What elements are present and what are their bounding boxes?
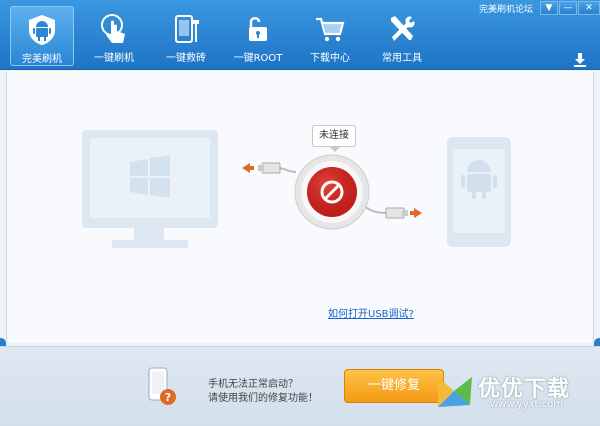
faint-hint	[184, 295, 314, 309]
tab-unbrick[interactable]: 一键救砖	[154, 6, 218, 66]
window-controls: 完美刷机论坛 ▼ — ✕	[479, 0, 600, 16]
watermark-url: www.yyxt.com	[490, 399, 564, 410]
minimize-button[interactable]: —	[559, 1, 577, 15]
close-button[interactable]: ✕	[578, 1, 600, 15]
tab-label: 一键ROOT	[233, 53, 283, 64]
repair-message-line1: 手机无法正常启动？	[208, 379, 298, 390]
one-click-fix-button[interactable]: 一键修复	[344, 369, 444, 403]
arrow-left-icon	[242, 163, 254, 173]
touch-hand-icon	[101, 14, 125, 43]
tools-icon	[391, 16, 415, 41]
tab-label: 一键救砖	[166, 53, 206, 64]
computer-icon	[82, 130, 218, 248]
android-shield-icon	[29, 15, 55, 45]
menu-button[interactable]: ▼	[540, 1, 558, 15]
watermark-logo-icon	[438, 377, 472, 407]
tab-label: 常用工具	[382, 53, 422, 64]
tab-one-click-flash[interactable]: 一键刷机	[82, 6, 146, 66]
phone-help-icon: ?	[148, 367, 176, 405]
tab-one-click-root[interactable]: 一键ROOT	[226, 6, 290, 66]
disconnected-indicator	[294, 154, 370, 230]
download-icon[interactable]	[572, 52, 588, 68]
repair-message-line2: 请使用我们的修复功能！	[208, 393, 318, 404]
tab-common-tools[interactable]: 常用工具	[370, 6, 434, 66]
forum-link[interactable]: 完美刷机论坛	[479, 2, 533, 15]
tab-label: 一键刷机	[94, 53, 134, 64]
shopping-cart-icon	[316, 17, 345, 42]
repair-bar: ? 手机无法正常启动？ 请使用我们的修复功能！ 一键修复 优优下载 www.yy…	[0, 346, 600, 426]
unlock-icon	[249, 17, 267, 41]
usb-cable-left	[258, 162, 297, 174]
tab-perfect-flash[interactable]: 完美刷机	[10, 6, 74, 66]
tab-label: 完美刷机	[22, 54, 62, 65]
arrow-right-icon	[410, 208, 422, 218]
phone-icon	[447, 137, 511, 247]
usb-cable-right	[363, 205, 408, 219]
tab-download-center[interactable]: 下载中心	[298, 6, 362, 66]
phone-wrench-icon	[175, 15, 199, 43]
tab-label: 下载中心	[310, 53, 350, 64]
status-bubble: 未连接	[312, 125, 356, 152]
usb-debug-link[interactable]: 如何打开USB调试?	[328, 305, 414, 320]
top-toolbar: 完美刷机 一键刷机 一键救砖 一键ROOT 下载中心 常用工具 完美刷机论坛 ▼…	[0, 0, 600, 70]
svg-text:?: ?	[165, 391, 171, 404]
